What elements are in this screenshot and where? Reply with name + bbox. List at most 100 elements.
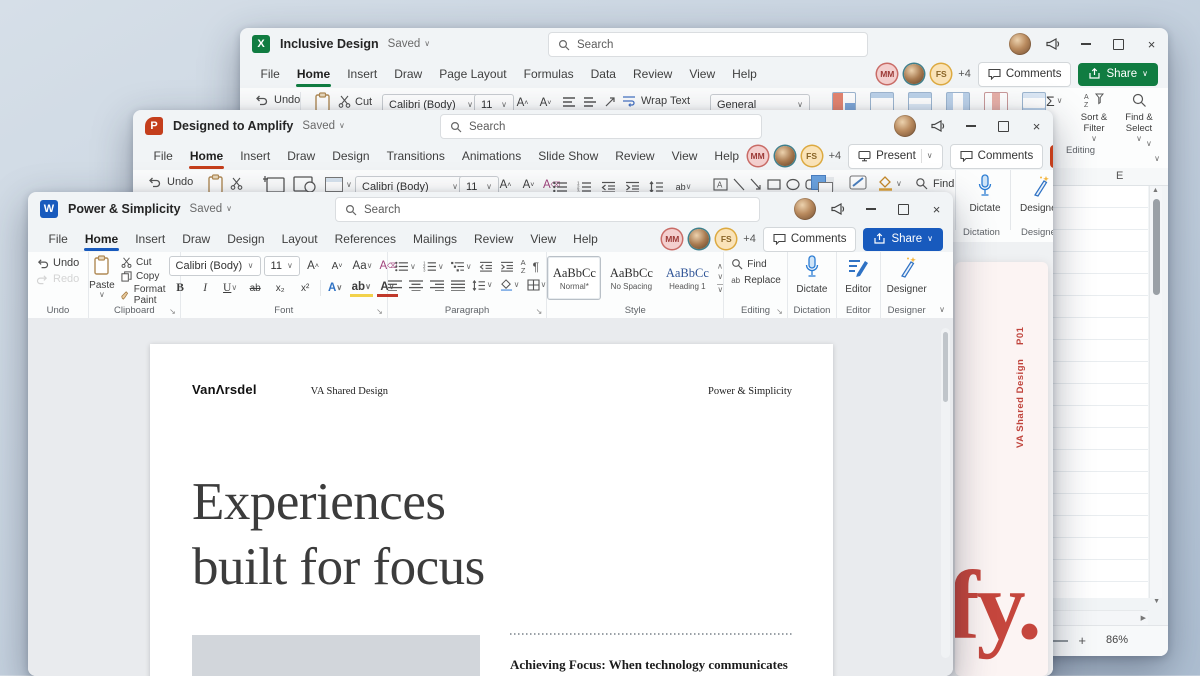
ppt-search-input[interactable]: Search [440,114,762,139]
comments-button[interactable]: Comments [977,61,1072,87]
ppt-tab-review[interactable]: Review [607,142,663,170]
line-spacing-button[interactable]: ∨ [472,279,493,291]
comments-button[interactable]: Comments [949,143,1044,169]
column-header-e[interactable]: E [1116,170,1123,182]
collaborator-overflow-count[interactable]: +4 [958,68,971,80]
document-page[interactable]: VanΛrsdel VA Shared Design Power & Simpl… [150,344,833,676]
close-button[interactable]: × [1135,29,1168,60]
find-icon[interactable] [915,177,928,190]
sort-button[interactable]: AZ [521,259,526,274]
undo-icon[interactable] [147,176,161,188]
ppt-tab-file[interactable]: File [145,142,181,170]
word-tab-file[interactable]: File [40,226,76,252]
style-no-spacing[interactable]: AaBbCc No Spacing [605,257,657,299]
delete-cells-icon[interactable] [984,92,1008,112]
oval-shape-icon[interactable] [786,178,800,191]
share-button[interactable]: Share∨ [1050,144,1053,168]
maximize-button[interactable] [887,194,920,225]
ppt-undo-label[interactable]: Undo [167,176,193,188]
collaborator-avatar-mm[interactable]: MM [662,229,683,249]
align-left-button[interactable] [387,279,402,291]
undo-icon[interactable] [254,94,268,106]
word-tab-references[interactable]: References [326,226,404,252]
find-select-button[interactable]: Find & Select ∨ [1120,92,1158,143]
word-tab-view[interactable]: View [522,226,565,252]
collaborator-avatar-mm[interactable]: MM [747,146,768,166]
line-shape-icon[interactable] [733,178,745,191]
style-scroll-down[interactable]: ∨ [717,273,723,281]
undo-button[interactable]: Undo [36,257,79,269]
style-scroll-up[interactable]: ∨ [717,262,723,271]
excel-search-input[interactable]: Search [548,32,868,57]
collaborator-avatar-mm[interactable]: MM [877,64,898,84]
redo-button[interactable]: Redo [36,273,79,285]
excel-tab-file[interactable]: File [252,60,288,88]
conditional-formatting-icon[interactable] [832,92,856,112]
paste-clipboard-icon[interactable] [314,92,331,112]
excel-tab-help[interactable]: Help [724,60,766,88]
font-dialog-launcher[interactable]: ↘ [376,307,383,316]
decrease-indent-button[interactable] [479,261,493,272]
style-heading-1[interactable]: AaBbCc Heading 1 [661,257,713,299]
excel-saved-menu[interactable]: Saved ∨ [388,38,430,50]
justify-button[interactable] [450,279,465,291]
slide-layout-icon[interactable] [293,175,317,193]
bold-button[interactable]: B [170,279,191,297]
shrink-font-button[interactable]: A ˅ [327,257,348,275]
maximize-button[interactable] [987,111,1020,142]
align-right-button[interactable] [429,279,444,291]
image-placeholder[interactable] [192,635,480,676]
orientation-icon[interactable] [604,96,618,108]
font-size-combo[interactable]: 11 ∨ [263,256,300,276]
close-button[interactable]: × [920,194,953,225]
cell-styles-icon[interactable] [908,92,932,112]
excel-vertical-scrollbar[interactable]: ▲ [1149,186,1162,598]
word-tab-home[interactable]: Home [76,226,126,252]
italic-button[interactable]: I [195,279,216,297]
show-paragraph-marks-button[interactable]: ¶ [533,260,539,274]
minimize-button[interactable] [954,111,987,142]
excel-tab-page-layout[interactable]: Page Layout [431,60,515,88]
excel-tab-data[interactable]: Data [582,60,624,88]
ppt-tab-animations[interactable]: Animations [453,142,529,170]
ppt-tab-draw[interactable]: Draw [279,142,324,170]
ppt-find-label[interactable]: Find [933,178,954,190]
quick-styles-icon[interactable] [849,175,869,192]
autosum-icon[interactable]: Σ [1046,93,1055,109]
align-top-icon[interactable] [562,96,576,108]
numbering-button[interactable]: 1 2 3 ∨ [423,261,444,272]
present-button[interactable]: Present ∨ [848,143,943,169]
excel-ribbon-collapse-chevron[interactable]: ∨ [1154,155,1160,163]
subscript-button[interactable]: x₂ [270,279,291,297]
format-cells-icon[interactable] [1022,92,1046,112]
collaborator-avatar-fs[interactable]: FS [716,229,737,249]
zoom-percent-label[interactable]: 86% [1106,634,1128,646]
excel-tab-view[interactable]: View [681,60,724,88]
excel-undo-label[interactable]: Undo [274,94,300,106]
collaborator-overflow-count[interactable]: +4 [743,233,756,245]
share-button[interactable]: Share∨ [1078,62,1158,86]
excel-tab-formulas[interactable]: Formulas [515,60,582,88]
editor-button[interactable]: Editor [845,255,871,295]
superscript-button[interactable]: x² [295,279,316,297]
ppt-designer-button[interactable]: Designer [1017,174,1053,214]
multilevel-list-button[interactable]: ∨ [450,261,472,272]
ppt-tab-transitions[interactable]: Transitions [378,142,453,170]
cut-icon[interactable] [230,177,243,190]
dictate-button[interactable]: Dictate [796,255,828,295]
word-tab-draw[interactable]: Draw [174,226,219,252]
designer-button[interactable]: Designer [887,255,927,295]
rectangle-shape-icon[interactable] [767,178,781,191]
ppt-tab-view[interactable]: View [663,142,706,170]
bullets-button[interactable]: ∨ [395,261,416,272]
insert-cells-icon[interactable] [946,92,970,112]
ppt-tab-slideshow[interactable]: Slide Show [530,142,607,170]
share-button[interactable]: Share∨ [863,227,943,251]
excel-editing-collapse-chevron[interactable]: ∨ [1146,140,1152,148]
text-box-icon[interactable]: A [713,177,728,191]
scroll-up-icon[interactable]: ▲ [1152,187,1159,194]
grow-font-button[interactable]: A ˄ [303,257,324,275]
word-saved-menu[interactable]: Saved ∨ [190,203,232,215]
ppt-saved-menu[interactable]: Saved ∨ [302,120,344,132]
style-gallery-more[interactable]: ∨ [717,284,724,294]
